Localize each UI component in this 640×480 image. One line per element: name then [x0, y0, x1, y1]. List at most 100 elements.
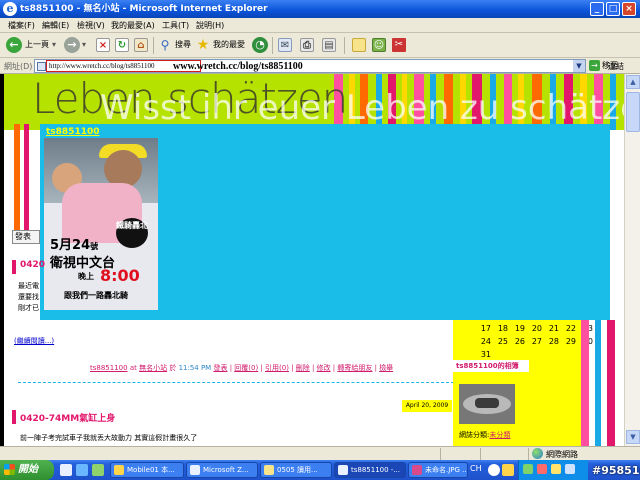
album-category-link[interactable]: 未分類 — [489, 431, 510, 439]
close-button[interactable]: × — [622, 2, 636, 16]
menu-favorites[interactable]: 我的最愛(A) — [111, 20, 155, 31]
edit-link[interactable]: 修改 — [317, 364, 331, 372]
menu-help[interactable]: 說明(H) — [196, 20, 224, 31]
tray-app-icon[interactable] — [551, 464, 561, 474]
quick-launch-media-icon[interactable] — [92, 464, 104, 476]
print-icon[interactable]: ⎙ — [300, 38, 314, 52]
poster-date: 5月24號 — [50, 238, 99, 253]
post-title[interactable]: 0420-74MM氣缸上身 — [20, 411, 115, 424]
address-input[interactable]: http://www.wretch.cc/blog/ts8851100 www.… — [34, 59, 586, 73]
search-icon[interactable]: ⚲ — [158, 38, 172, 52]
album-thumbnail[interactable] — [459, 384, 515, 424]
tv-promo-poster[interactable]: 鐵騎轟北 5月24號 衛視中文台 晚上 8:00 跟我們一路轟北騎 — [44, 138, 158, 310]
back-button-label[interactable]: 上一頁 — [25, 40, 49, 50]
scroll-up-icon[interactable]: ▲ — [626, 75, 640, 89]
browser-icon — [190, 465, 200, 475]
taskbar-item[interactable]: 0505 讀用... — [260, 462, 332, 478]
taskbar-item[interactable]: Mobile01 本... — [110, 462, 184, 478]
start-button[interactable]: 開始 — [0, 460, 54, 480]
menu-tools[interactable]: 工具(T) — [162, 20, 189, 31]
menu-edit[interactable]: 編輯(E) — [42, 20, 69, 31]
history-icon[interactable]: ◔ — [252, 37, 268, 53]
banner-subtitle: Wisst ihr euer Leben zu schätzen? — [100, 88, 624, 128]
calendar-day[interactable]: 17 — [477, 324, 491, 333]
publish-button[interactable]: 發表 — [12, 230, 40, 244]
help-icon[interactable] — [488, 464, 500, 476]
author-link[interactable]: ts8851100 — [90, 364, 128, 372]
stop-icon[interactable]: × — [96, 38, 110, 52]
maximize-button[interactable]: □ — [606, 2, 620, 16]
calendar-day[interactable]: 28 — [545, 337, 559, 346]
edit-icon[interactable]: ▤ — [322, 38, 336, 52]
research-icon[interactable]: ✂ — [392, 38, 406, 52]
home-icon[interactable]: ⌂ — [134, 38, 148, 52]
menu-file[interactable]: 檔案(F) — [8, 20, 35, 31]
tray-volume-icon[interactable] — [565, 464, 575, 474]
album-header[interactable]: ts8851100的相簿 — [453, 360, 529, 372]
read-more-link[interactable]: (繼續閱讀...) — [14, 336, 54, 346]
calendar-day[interactable]: 27 — [528, 337, 542, 346]
delete-link[interactable]: 刪除 — [296, 364, 310, 372]
taskbar-item-active[interactable]: ts8851100 -... — [334, 462, 406, 478]
trackback-link[interactable]: 引用(0) — [265, 364, 289, 372]
calendar-day[interactable]: 24 — [477, 337, 491, 346]
address-url-display: www.wretch.cc/blog/ts8851100 — [173, 61, 303, 72]
sidebar-stripe — [607, 320, 615, 446]
forward-arrow-icon[interactable]: → — [64, 37, 80, 53]
back-arrow-icon[interactable]: ← — [6, 37, 22, 53]
calendar-day[interactable]: 26 — [511, 337, 525, 346]
calendar-day[interactable]: 31 — [477, 350, 491, 359]
calendar-day[interactable]: 20 — [528, 324, 542, 333]
minimize-button[interactable]: _ — [590, 2, 604, 16]
search-button-label[interactable]: 搜尋 — [175, 40, 191, 50]
window-title: ts8851100 - 無名小站 - Microsoft Internet Ex… — [20, 4, 268, 14]
go-arrow-icon: → — [589, 60, 600, 71]
refresh-icon[interactable]: ↻ — [115, 38, 129, 52]
tray-security-icon[interactable] — [537, 464, 547, 474]
quick-launch-ie-icon[interactable] — [60, 464, 72, 476]
scroll-thumb[interactable] — [626, 92, 640, 132]
back-dropdown-icon[interactable]: ▾ — [52, 40, 56, 50]
sidebar-stripe — [581, 320, 589, 446]
favorites-star-icon[interactable]: ★ — [196, 38, 210, 52]
quick-launch-desktop-icon[interactable] — [76, 464, 88, 476]
tray-network-icon[interactable] — [523, 464, 533, 474]
messenger-icon[interactable]: ☺ — [372, 38, 386, 52]
poster-logo-bubble: 鐵騎轟北 — [116, 218, 148, 248]
calendar-day[interactable]: 19 — [511, 324, 525, 333]
window-title-bar[interactable]: e ts8851100 - 無名小站 - Microsoft Internet … — [0, 0, 640, 18]
taskbar-item[interactable]: Microsoft Z... — [186, 462, 258, 478]
calendar-day[interactable]: 25 — [494, 337, 508, 346]
address-dropdown-icon[interactable]: ▼ — [573, 60, 585, 72]
post-title-marker — [12, 260, 16, 274]
calendar-day[interactable]: 22 — [562, 324, 576, 333]
album-thumbnail-shape — [475, 398, 499, 408]
scroll-down-icon[interactable]: ▼ — [626, 430, 640, 444]
left-stripe — [14, 124, 20, 244]
forward-link[interactable]: 轉寄給朋友 — [337, 364, 372, 372]
forward-dropdown-icon[interactable]: ▾ — [82, 40, 86, 50]
start-label: 開始 — [18, 464, 38, 475]
calendar-day[interactable]: 18 — [494, 324, 508, 333]
taskbar-item[interactable]: 未命名.JPG ... — [408, 462, 468, 478]
menu-view[interactable]: 檢視(V) — [77, 20, 105, 31]
ime-icon[interactable] — [502, 464, 514, 476]
publish-link[interactable]: 發表 — [213, 364, 227, 372]
links-button[interactable]: 連結 — [608, 61, 624, 72]
mail-icon[interactable]: ✉ — [278, 38, 292, 52]
vertical-scrollbar[interactable]: ▲ ▼ — [624, 74, 640, 446]
reply-link[interactable]: 回覆(0) — [234, 364, 258, 372]
post-body-line: 剛才已 — [18, 304, 39, 312]
post-title[interactable]: 0420 — [20, 260, 45, 270]
report-link[interactable]: 檢舉 — [379, 364, 393, 372]
favorites-button-label[interactable]: 我的最愛 — [213, 40, 245, 50]
image-watermark: #958516 — [592, 464, 640, 477]
calendar-day[interactable]: 21 — [545, 324, 559, 333]
folder-icon[interactable] — [352, 38, 366, 52]
image-app-icon — [412, 465, 422, 475]
post-meta: ts8851100 at 無名小站 於 11:54 PM 發表 | 回覆(0) … — [90, 364, 394, 372]
blog-name-link[interactable]: ts8851100 — [46, 127, 100, 137]
calendar-day[interactable]: 29 — [562, 337, 576, 346]
language-indicator[interactable]: CH — [470, 464, 482, 473]
site-link[interactable]: 無名小站 — [139, 364, 167, 372]
